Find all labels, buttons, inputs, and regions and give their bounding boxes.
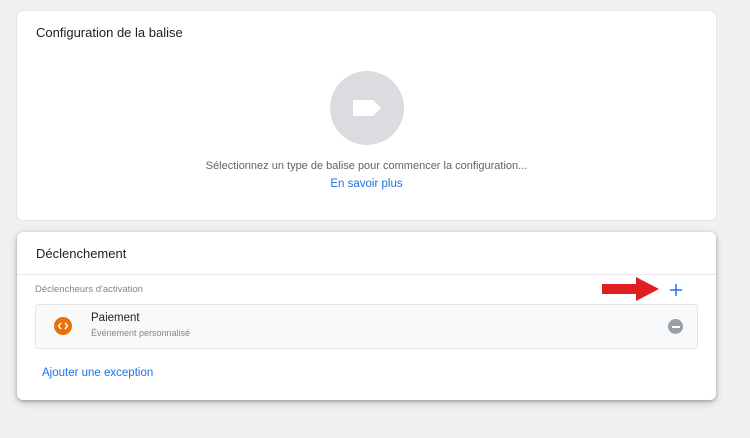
code-icon (54, 317, 72, 335)
plus-icon (670, 284, 682, 296)
red-arrow-annotation (602, 277, 659, 301)
tag-icon (353, 100, 381, 116)
add-exception-link[interactable]: Ajouter une exception (42, 367, 153, 379)
triggering-card: Déclenchement Déclencheurs d'activation … (17, 232, 716, 400)
divider (17, 274, 716, 275)
trigger-type: Événement personnalisé (91, 328, 191, 338)
firing-triggers-label: Déclencheurs d'activation (35, 284, 143, 295)
triggering-title: Déclenchement (36, 246, 127, 261)
minus-icon (671, 325, 680, 328)
remove-trigger-button[interactable] (668, 319, 683, 334)
tag-configuration-card[interactable]: Configuration de la balise Sélectionnez … (17, 11, 716, 220)
choose-tag-type-button[interactable] (330, 71, 404, 145)
tag-configuration-message: Sélectionnez un type de balise pour comm… (205, 160, 528, 172)
trigger-name: Paiement (91, 312, 140, 324)
tag-configuration-title: Configuration de la balise (36, 25, 183, 40)
add-trigger-button[interactable] (665, 279, 687, 301)
learn-more-link[interactable]: En savoir plus (17, 178, 716, 190)
trigger-row[interactable]: Paiement Événement personnalisé (35, 304, 698, 349)
